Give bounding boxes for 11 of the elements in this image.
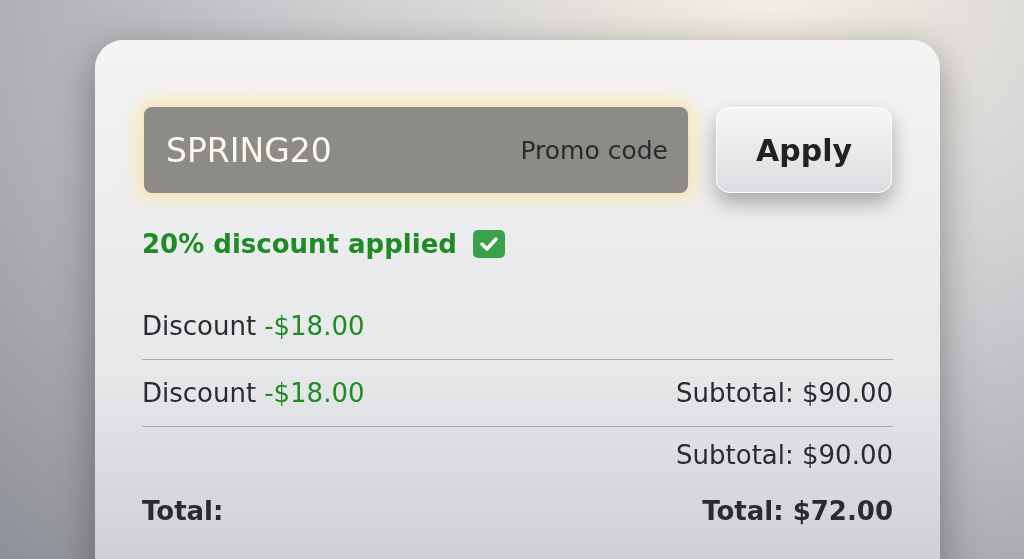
row-value: Subtotal: $90.00: [676, 440, 893, 470]
row-label: Discount: [142, 378, 257, 408]
row-value: Total: $72.00: [702, 496, 893, 526]
row-label: Discount: [142, 311, 257, 341]
row-value: Subtotal: $90.00: [676, 378, 893, 408]
discount-amount: -$18.00: [264, 378, 365, 408]
apply-button[interactable]: Apply: [716, 107, 892, 193]
status-message: 20% discount applied: [142, 229, 457, 259]
promo-code-field[interactable]: SPRING20 Promo code: [142, 105, 690, 195]
discount-amount: -$18.00: [264, 311, 365, 341]
row-label: Total:: [142, 496, 224, 526]
